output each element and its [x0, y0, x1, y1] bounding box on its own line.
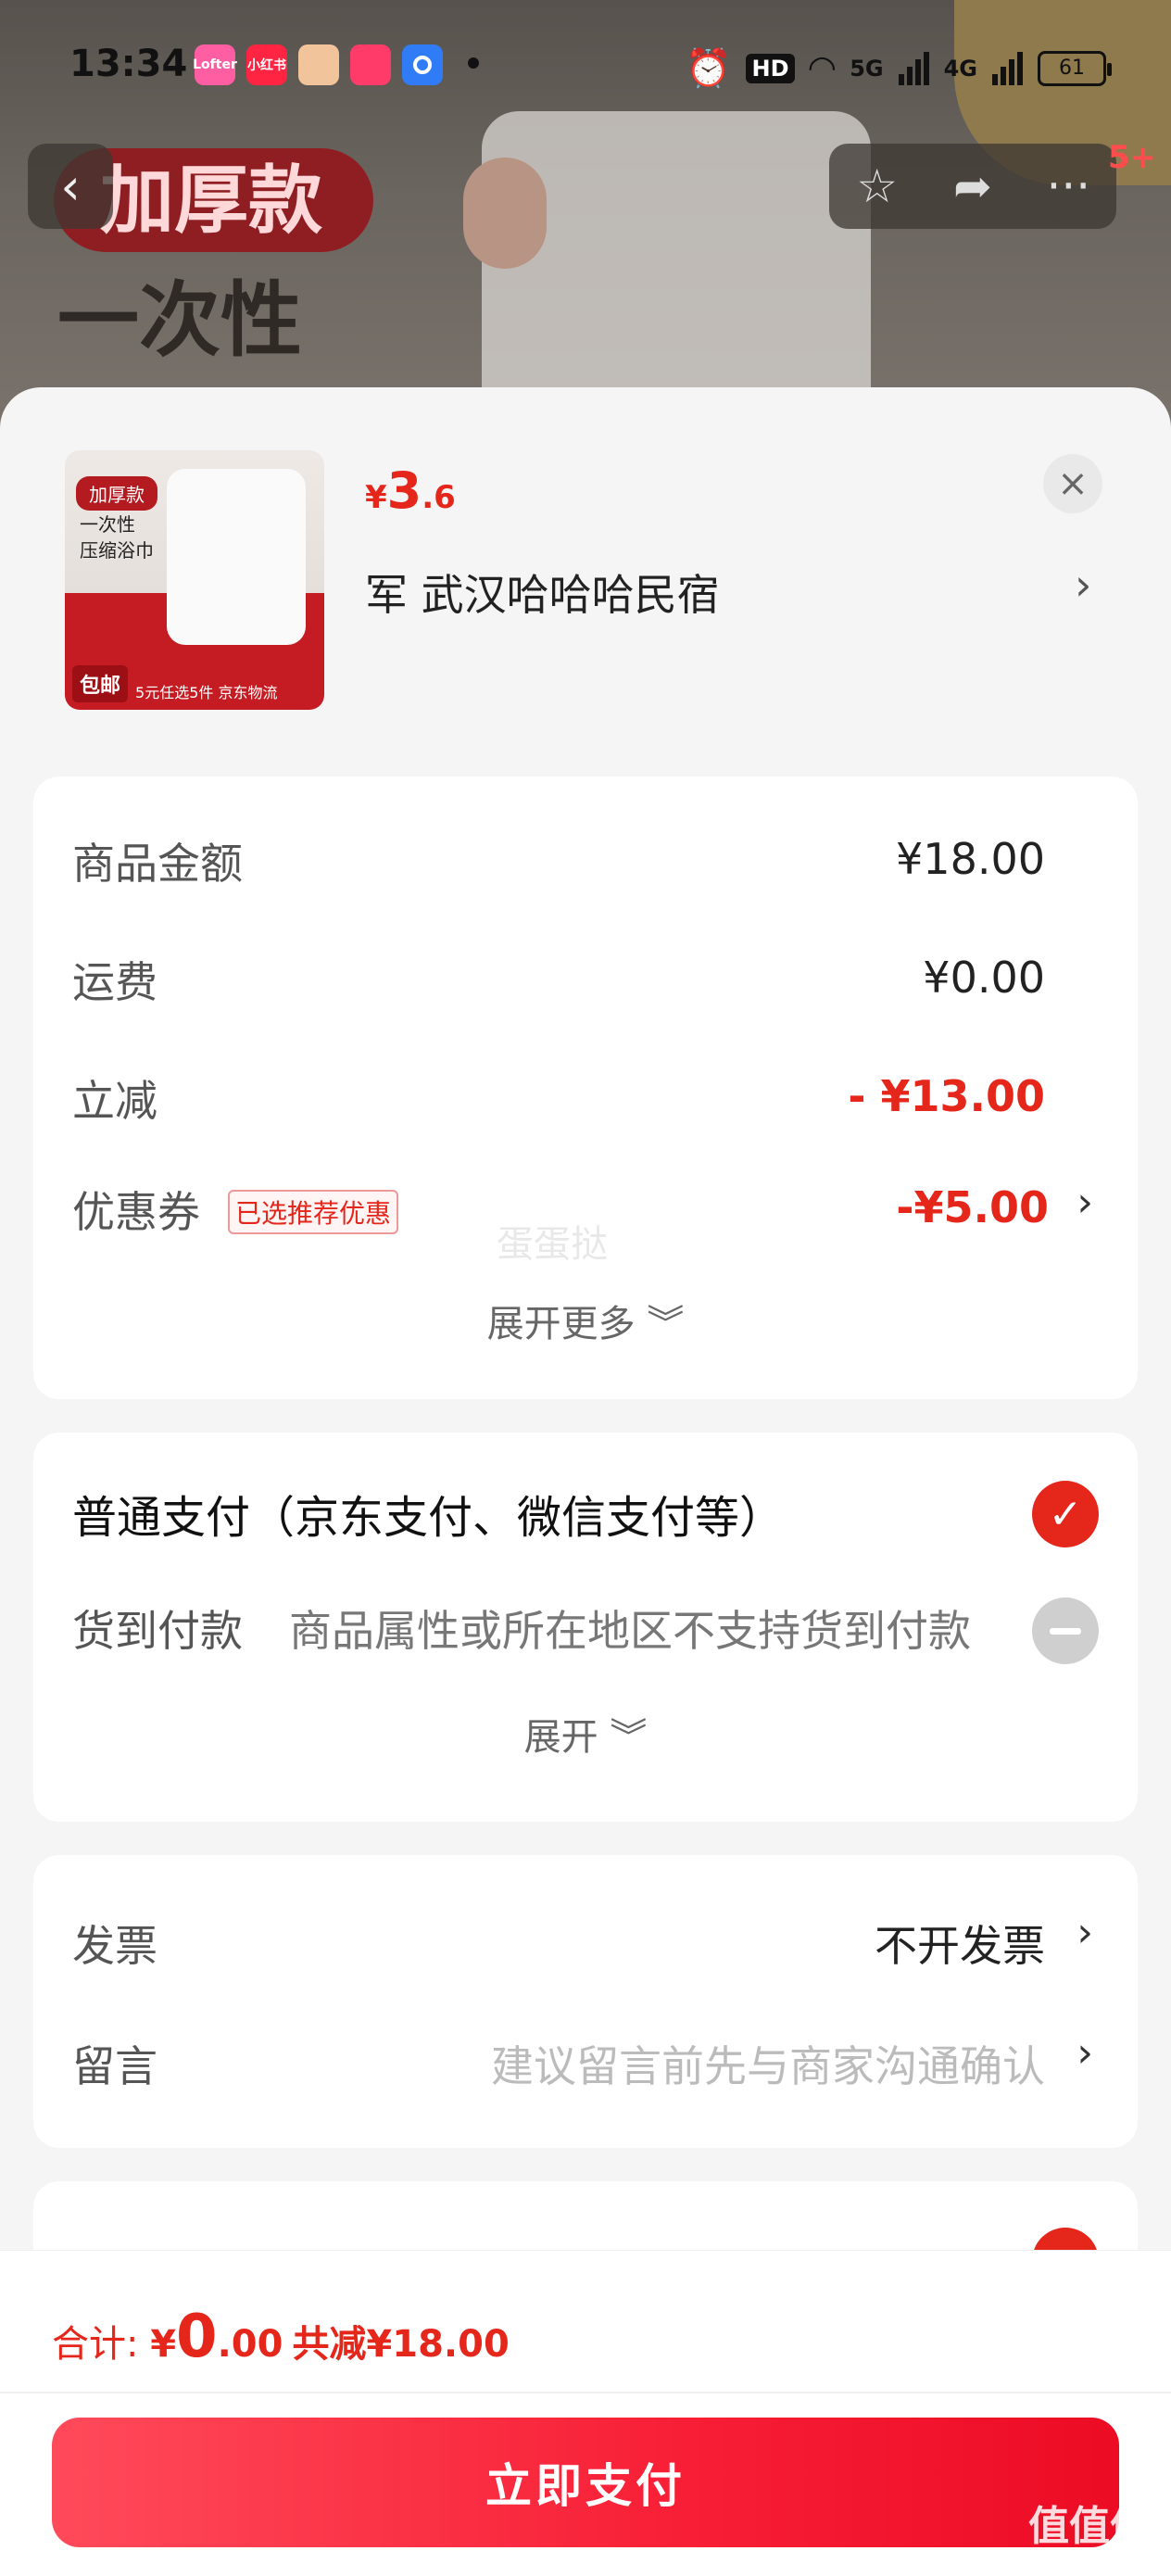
- watermark-text: 蛋蛋挞: [497, 1223, 608, 1266]
- status-right-group: ⏰ HD ◠ 5G 4G 61: [685, 46, 1112, 90]
- status-time: 13:34: [69, 43, 188, 85]
- cod-disabled-icon: [1032, 1597, 1099, 1664]
- total-saved: 共减¥18.00: [292, 2323, 510, 2366]
- thumbnail-title-line2: 压缩浴巾: [80, 539, 154, 562]
- battery-level: 61: [1059, 57, 1085, 80]
- pay-now-button[interactable]: 立即支付: [52, 2418, 1119, 2547]
- coupon-label: 优惠券: [72, 1187, 200, 1237]
- shipping-value: ¥0.00: [923, 953, 1045, 1003]
- top-action-group: ☆ ➦ ···: [829, 144, 1116, 229]
- goods-amount-label: 商品金额: [72, 839, 243, 889]
- circle-app-icon: [402, 44, 443, 85]
- status-bar: 13:34 Lofter 小红书 ⏰ HD ◠ 5G 4G 61: [0, 37, 1171, 102]
- invoice-label: 发票: [72, 1921, 157, 1971]
- thumbnail-promo-text: 5元任选5件 京东物流: [135, 684, 278, 701]
- total-currency: ¥: [150, 2323, 177, 2366]
- total-decimal: .00: [217, 2323, 283, 2366]
- shipping-label: 运费: [72, 957, 157, 1007]
- thumbnail-footer: 包邮 5元任选5件 京东物流: [72, 658, 317, 702]
- xiaohongshu-app-icon: 小红书: [246, 44, 287, 85]
- message-input[interactable]: 建议留言前先与商家沟通确认: [491, 2033, 1045, 2094]
- signal-5g-icon: [898, 51, 929, 85]
- thumbnail-title: 一次性 压缩浴巾: [80, 511, 154, 563]
- thumbnail-towel-image: [167, 469, 306, 645]
- watermark-logo: 值值值: [1028, 2503, 1151, 2550]
- price-integer: 3: [386, 461, 422, 520]
- order-total: 合计: ¥0.00 共减¥18.00: [52, 2303, 510, 2371]
- share-icon[interactable]: ➦: [926, 159, 1019, 213]
- total-label: 合计:: [52, 2323, 151, 2366]
- product-price: ¥3.6: [365, 461, 456, 520]
- address-chevron-right-icon[interactable]: ›: [1075, 560, 1091, 610]
- cod-label: 货到付款: [72, 1606, 243, 1656]
- message-badge: 5+: [1108, 139, 1157, 176]
- signal-4g-label: 4G: [943, 55, 977, 82]
- more-notifications-dot: [468, 57, 479, 69]
- alarm-icon: ⏰: [685, 47, 732, 90]
- close-icon: ×: [1057, 462, 1089, 505]
- hd-icon: HD: [746, 53, 795, 83]
- normal-payment-check-icon[interactable]: ✓: [1032, 1481, 1099, 1547]
- close-button[interactable]: ×: [1043, 454, 1102, 513]
- background-title: 一次性: [57, 271, 303, 368]
- thumbnail-free-shipping-tag: 包邮: [72, 665, 129, 702]
- thumbnail-title-line1: 一次性: [80, 513, 135, 536]
- goods-amount-value: ¥18.00: [896, 834, 1045, 884]
- invoice-value[interactable]: 不开发票: [875, 1913, 1045, 1974]
- watermark-url: zhizhizhi.com: [1030, 2546, 1143, 2566]
- coupon-chevron-right-icon[interactable]: ›: [1077, 1179, 1093, 1226]
- instant-discount-label: 立减: [72, 1076, 157, 1126]
- signal-5g-label: 5G: [850, 55, 884, 82]
- signal-4g-icon: [992, 51, 1023, 85]
- amount-card: 商品金额 ¥18.00 运费 ¥0.00 立减 - ¥13.00 优惠券 已选推…: [33, 777, 1138, 1399]
- message-label: 留言: [72, 2041, 157, 2091]
- wifi-icon: ◠: [809, 49, 836, 87]
- total-integer: 0: [176, 2303, 218, 2371]
- back-arrow-icon: ‹: [60, 157, 81, 216]
- lofter-app-icon: Lofter: [193, 44, 237, 85]
- instant-discount-value: - ¥13.00: [848, 1071, 1045, 1121]
- payment-card: 普通支付（京东支付、微信支付等） ✓ 货到付款 商品属性或所在地区不支持货到付款…: [33, 1433, 1138, 1822]
- coupon-recommended-tag: 已选推荐优惠: [228, 1190, 399, 1234]
- back-button[interactable]: ‹: [28, 144, 113, 229]
- thumbnail-badge: 加厚款: [76, 476, 157, 511]
- price-currency: ¥: [365, 479, 387, 516]
- invoice-chevron-right-icon[interactable]: ›: [1077, 1909, 1093, 1956]
- normal-payment-label[interactable]: 普通支付（京东支付、微信支付等）: [72, 1481, 784, 1546]
- product-thumbnail[interactable]: 加厚款 一次性 压缩浴巾 包邮 5元任选5件 京东物流: [65, 450, 324, 710]
- dog-app-icon: [298, 44, 339, 85]
- shopping-app-icon: [350, 44, 391, 85]
- invoice-message-card: 发票 不开发票 › 留言 建议留言前先与商家沟通确认 ›: [33, 1855, 1138, 2148]
- hand-image: [463, 158, 547, 269]
- bottom-divider: [0, 2392, 1171, 2393]
- order-sheet: 加厚款 一次性 压缩浴巾 包邮 5元任选5件 京东物流 ¥3.6 × 军 武汉哈…: [0, 387, 1171, 2576]
- more-icon[interactable]: ···: [1022, 159, 1114, 213]
- cod-description: 商品属性或所在地区不支持货到付款: [289, 1606, 971, 1656]
- expand-payment-button[interactable]: 展开 ︾: [33, 1707, 1138, 1761]
- battery-icon: 61: [1038, 50, 1112, 86]
- delivery-address[interactable]: 军 武汉哈哈哈民宿: [365, 562, 720, 623]
- price-decimal: .6: [422, 479, 456, 516]
- bottom-bar: 合计: ¥0.00 共减¥18.00 立即支付: [0, 2250, 1171, 2576]
- product-header: 加厚款 一次性 压缩浴巾 包邮 5元任选5件 京东物流 ¥3.6 × 军 武汉哈…: [0, 387, 1171, 749]
- coupon-value[interactable]: -¥5.00: [896, 1182, 1049, 1232]
- expand-more-button[interactable]: 展开更多 ︾: [33, 1294, 1138, 1347]
- favorite-star-icon[interactable]: ☆: [831, 159, 924, 213]
- message-chevron-right-icon[interactable]: ›: [1077, 2029, 1093, 2077]
